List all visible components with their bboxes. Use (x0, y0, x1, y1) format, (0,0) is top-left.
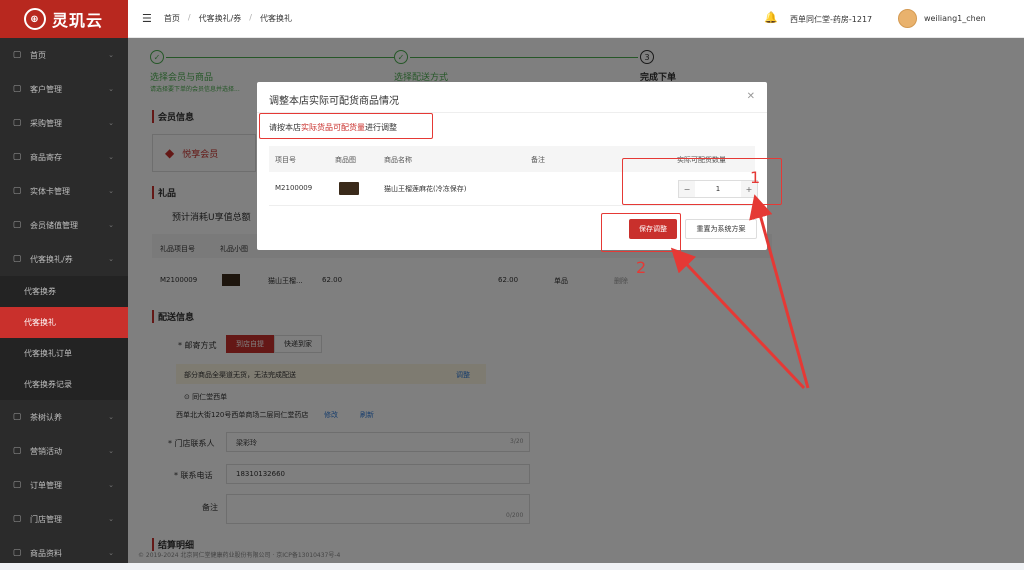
arrow-1 (749, 194, 810, 389)
arrow-2 (670, 247, 806, 390)
annotation-arrows (670, 194, 810, 390)
